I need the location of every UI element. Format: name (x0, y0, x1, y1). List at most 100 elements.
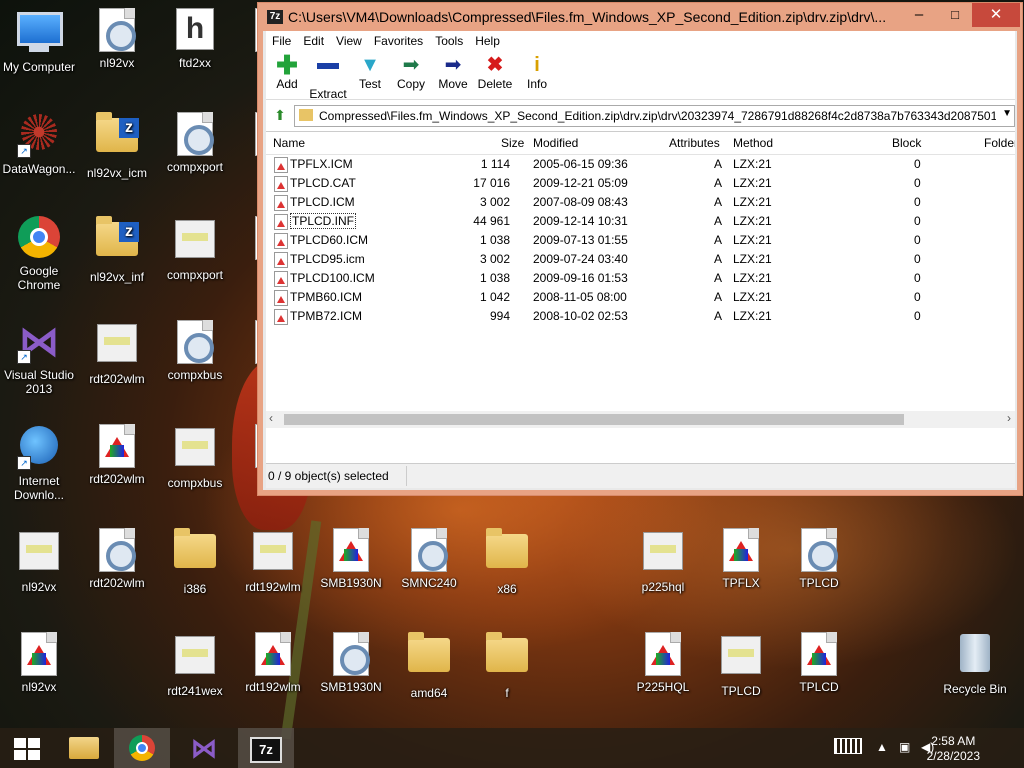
menu-view[interactable]: View (330, 31, 368, 48)
table-row[interactable]: TPLCD.ICM 3 002 2007-08-09 08:43 A LZX:21 0 (266, 193, 1015, 212)
zip-folder-icon: z (95, 112, 139, 162)
desktop-icon-label: compxbus (167, 368, 223, 382)
file-method: LZX:21 (733, 233, 772, 247)
info-button[interactable]: i Info (517, 53, 557, 91)
file-block: 0 (914, 252, 921, 266)
desktop-icon[interactable]: amd64 (390, 632, 468, 700)
column-modified[interactable]: Modified (533, 136, 578, 150)
file-type-icon (274, 309, 288, 325)
desktop-icon[interactable]: nl92vx (0, 528, 78, 594)
column-method[interactable]: Method (733, 136, 773, 150)
horizontal-scrollbar[interactable]: ‹ › (266, 411, 1015, 428)
desktop-icon[interactable]: f (468, 632, 546, 700)
taskbar-visual-studio[interactable]: ⋈ (176, 728, 232, 768)
table-row[interactable]: TPLCD.INF 44 961 2009-12-14 10:31 A LZX:21 0 (266, 212, 1015, 231)
desktop-icon[interactable]: Recycle Bin (936, 632, 1014, 696)
move-label: Move (438, 77, 468, 91)
desktop-icon[interactable]: ↗ DataWagon... (0, 112, 78, 176)
show-hidden-icons-icon[interactable]: ▲ (876, 740, 888, 754)
desktop-icon[interactable]: TPLCD (702, 632, 780, 698)
table-row[interactable]: TPLCD95.icm 3 002 2009-07-24 03:40 A LZX:21 0 (266, 250, 1015, 269)
desktop-icon[interactable]: rdt202wlm (78, 424, 156, 486)
copy-button[interactable]: ➡ Copy (391, 53, 431, 91)
up-folder-icon[interactable]: ⬆ (270, 107, 290, 125)
desktop-icon[interactable]: i386 (156, 528, 234, 596)
menu-help[interactable]: Help (469, 31, 506, 48)
column-attributes[interactable]: Attributes (669, 136, 720, 150)
address-input[interactable]: Compressed\Files.fm_Windows_XP_Second_Ed… (294, 105, 1015, 127)
column-folder[interactable]: Folder (984, 136, 1015, 150)
desktop-icon[interactable]: My Computer (0, 8, 78, 74)
extract-button[interactable]: Extract (308, 53, 348, 101)
desktop-icon[interactable]: P225HQL (624, 632, 702, 694)
desktop-icon[interactable]: compxbus (156, 320, 234, 382)
folder-icon (299, 109, 313, 121)
scroll-left-icon[interactable]: ‹ (269, 411, 273, 425)
desktop-icon-label: rdt202wlm (89, 576, 145, 590)
desktop-icon[interactable]: TPLCD (780, 632, 858, 694)
start-button[interactable] (0, 728, 56, 768)
column-size[interactable]: Size (501, 136, 524, 150)
taskbar-file-explorer[interactable] (56, 728, 112, 768)
test-button[interactable]: ▼ Test (350, 53, 390, 91)
desktop-icon-label: compxbus (167, 476, 223, 490)
taskbar-chrome[interactable] (114, 728, 170, 768)
column-name[interactable]: Name (273, 136, 305, 150)
chevron-down-icon[interactable]: ▼ (1002, 108, 1012, 119)
desktop-icon[interactable]: z nl92vx_inf (78, 216, 156, 284)
network-icon[interactable]: ▣ (899, 740, 910, 754)
desktop-icon[interactable]: rdt241wex (156, 632, 234, 698)
desktop-icon[interactable]: z nl92vx_icm (78, 112, 156, 180)
file-block: 0 (914, 214, 921, 228)
desktop-icon[interactable]: compxport (156, 112, 234, 174)
desktop-icon[interactable]: p225hql (624, 528, 702, 594)
delete-button[interactable]: ✖ Delete (475, 53, 515, 91)
visual-studio-icon: ⋈ ↗ (17, 320, 59, 364)
desktop-icon[interactable]: rdt192wlm (234, 528, 312, 594)
table-row[interactable]: TPLCD100.ICM 1 038 2009-09-16 01:53 A LZX:21… (266, 269, 1015, 288)
menu-tools[interactable]: Tools (429, 31, 469, 48)
desktop-icon[interactable]: rdt192wlm (234, 632, 312, 694)
maximize-button[interactable]: □ (938, 3, 972, 27)
desktop-icon[interactable]: nl92vx (78, 8, 156, 70)
desktop-icon[interactable]: h ftd2xx (156, 8, 234, 70)
scroll-right-icon[interactable]: › (1007, 411, 1011, 425)
clock[interactable]: 2:58 AM 2/28/2023 (927, 734, 980, 764)
menu-edit[interactable]: Edit (297, 31, 330, 48)
taskbar-7zip[interactable]: 7z (238, 728, 294, 768)
desktop-icon[interactable]: SMB1930N (312, 528, 390, 590)
desktop-icon[interactable]: compxport (156, 216, 234, 282)
add-button[interactable]: ✚ Add (267, 52, 307, 91)
desktop-icon[interactable]: SMNC240 (390, 528, 468, 590)
desktop-icon[interactable]: rdt202wlm (78, 528, 156, 590)
desktop-icon[interactable]: TPLCD (780, 528, 858, 590)
7zip-app-icon[interactable]: 7z (267, 10, 283, 24)
minimize-button[interactable]: – (902, 3, 936, 27)
move-button[interactable]: ➡ Move (433, 53, 473, 91)
scroll-thumb[interactable] (284, 414, 904, 425)
desktop-icon[interactable]: rdt202wlm (78, 320, 156, 386)
config-file-icon (95, 8, 139, 52)
table-row[interactable]: TPLCD60.ICM 1 038 2009-07-13 01:55 A LZX:21 0 (266, 231, 1015, 250)
table-row[interactable]: TPLCD.CAT 17 016 2009-12-21 05:09 A LZX:21 0 (266, 174, 1015, 193)
desktop-icon[interactable]: x86 (468, 528, 546, 596)
desktop-icon-label: p225hql (641, 580, 685, 594)
column-block[interactable]: Block (892, 136, 921, 150)
desktop-icon-label: ftd2xx (178, 56, 211, 70)
menu-file[interactable]: File (266, 31, 297, 48)
keyboard-icon[interactable] (834, 738, 862, 754)
desktop-icon[interactable]: compxbus (156, 424, 234, 490)
close-button[interactable]: ✕ (972, 3, 1020, 27)
desktop-icon[interactable]: Google Chrome (0, 216, 78, 292)
file-method: LZX:21 (733, 195, 772, 209)
table-row[interactable]: TPFLX.ICM 1 114 2005-06-15 09:36 A LZX:21 0 (266, 155, 1015, 174)
desktop-icon[interactable]: SMB1930N (312, 632, 390, 694)
desktop-icon[interactable]: TPFLX (702, 528, 780, 590)
title-bar[interactable]: 7z C:\Users\VM4\Downloads\Compressed\Fil… (258, 3, 1022, 31)
table-row[interactable]: TPMB72.ICM 994 2008-10-02 02:53 A LZX:21 0 (266, 307, 1015, 326)
menu-favorites[interactable]: Favorites (368, 31, 429, 48)
desktop-icon[interactable]: ↗ Internet Downlo... (0, 424, 78, 502)
desktop-icon[interactable]: ⋈ ↗ Visual Studio 2013 (0, 320, 78, 396)
desktop-icon[interactable]: nl92vx (0, 632, 78, 694)
table-row[interactable]: TPMB60.ICM 1 042 2008-11-05 08:00 A LZX:21 0 (266, 288, 1015, 307)
